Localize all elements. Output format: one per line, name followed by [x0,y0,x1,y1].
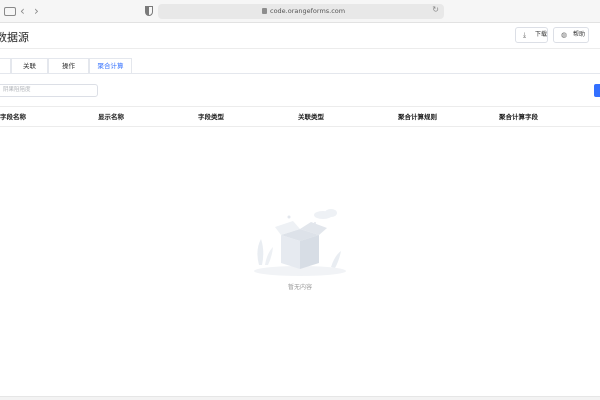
browser-toolbar: ‹ › code.orangeforms.com ↻ [0,0,600,23]
lock-icon [262,8,267,14]
column-header-field-name: 字段名称 [0,113,26,121]
add-button[interactable] [594,84,600,97]
url-text: code.orangeforms.com [270,7,346,15]
table-header-divider [0,126,600,127]
column-header-display-name: 显示名称 [98,113,124,121]
tab-relations[interactable]: 关联 [11,58,48,74]
tabs-underline [0,73,600,74]
column-header-aggregation-rule: 聚合计算规则 [398,113,437,121]
window-bottom-edge [0,396,600,400]
empty-state-text: 暂无内容 [287,284,312,291]
help-icon: ◍ [561,31,568,39]
header-divider [0,48,600,49]
sidebar-toggle-icon[interactable] [4,7,16,16]
privacy-shield-icon[interactable] [145,6,153,16]
empty-box-icon [254,209,346,276]
tab-partial[interactable] [0,58,11,74]
download-icon: ⤓ [523,31,527,39]
download-button[interactable]: ⤓ 下载 [515,27,548,43]
column-header-aggregation-field: 聚合计算字段 [499,113,538,121]
reload-icon[interactable]: ↻ [432,5,439,14]
column-header-relation-type: 关联类型 [298,113,324,121]
address-bar[interactable]: code.orangeforms.com ↻ [158,4,444,19]
back-icon[interactable]: ‹ [20,4,25,18]
filter-divider [0,106,600,107]
tab-operations[interactable]: 操作 [48,58,89,74]
column-header-field-type: 字段类型 [198,113,224,121]
page-title: 数据源 [0,31,29,44]
tab-aggregation[interactable]: 聚合计算 [89,58,132,74]
forward-icon[interactable]: › [34,4,39,18]
help-button-label: 帮助 [573,31,586,38]
download-button-label: 下载 [535,31,548,38]
help-button[interactable]: ◍ 帮助 [553,27,589,43]
search-input[interactable]: 阴果阻陪度 [0,84,98,97]
